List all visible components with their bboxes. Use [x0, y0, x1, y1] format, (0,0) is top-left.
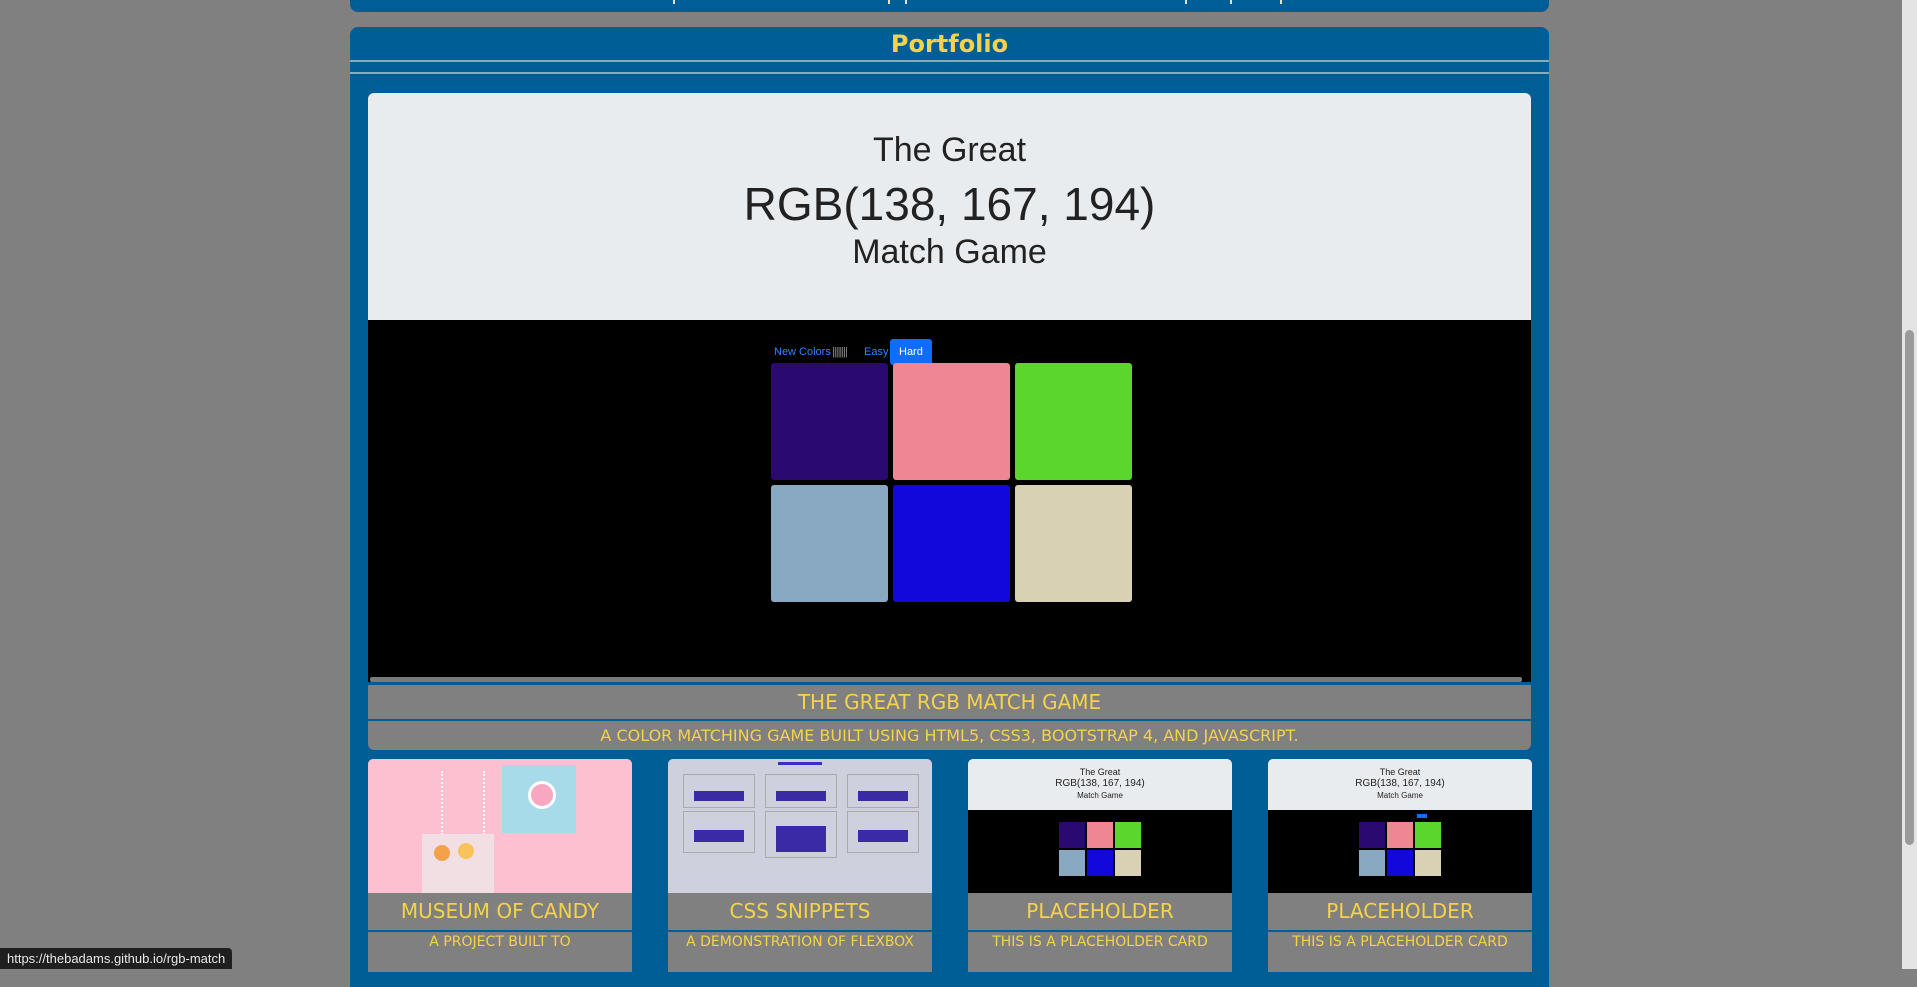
project-description: A COLOR MATCHING GAME BUILT USING HTML5,…: [368, 721, 1531, 750]
candy-image: [458, 843, 474, 859]
mini-title-line1: The Great: [1079, 767, 1121, 777]
project-thumbnail[interactable]: [368, 759, 632, 893]
color-square[interactable]: [1015, 363, 1132, 480]
new-colors-button[interactable]: New Colors: [774, 339, 831, 365]
mini-title-line3: Match Game: [1077, 791, 1123, 800]
game-title-line1: The Great: [872, 131, 1027, 169]
mini-color-square: [1115, 822, 1141, 848]
mini-title-line1: The Great: [1379, 767, 1421, 777]
nav-separator: [1185, 0, 1187, 4]
mini-color-square: [1415, 850, 1441, 876]
project-thumbnail[interactable]: The Great RGB(138, 167, 194) Match Game: [1268, 759, 1532, 893]
mini-color-square: [1359, 822, 1385, 848]
mini-title-line2: RGB(138, 167, 194): [1355, 778, 1445, 789]
easy-mode-button[interactable]: Easy: [864, 339, 888, 365]
mini-game-board: [1268, 810, 1532, 893]
game-message: ||||||||: [832, 346, 848, 358]
mini-game-header: The Great RGB(138, 167, 194) Match Game: [968, 759, 1232, 810]
snippet-box: [683, 774, 755, 808]
mini-color-square: [1387, 850, 1413, 876]
project-thumbnail[interactable]: [668, 759, 932, 893]
mini-color-square: [1415, 822, 1441, 848]
section-title: Portfolio: [890, 30, 1009, 58]
link-status-url: https://thebadams.github.io/rgb-match: [0, 948, 233, 969]
donut-image: [528, 781, 556, 809]
hard-mode-button[interactable]: Hard: [890, 339, 932, 365]
color-square[interactable]: [1015, 485, 1132, 602]
project-title[interactable]: THE GREAT RGB MATCH GAME: [368, 685, 1531, 719]
divider: [350, 72, 1549, 74]
mini-title-line2: RGB(138, 167, 194): [1055, 778, 1145, 789]
game-title-line3: Match Game: [852, 233, 1047, 271]
divider: [350, 60, 1549, 62]
target-rgb-display: RGB(138, 167, 194): [743, 178, 1156, 230]
project-card[interactable]: The Great RGB(138, 167, 194) Match Game …: [968, 759, 1232, 979]
snippet-box: [683, 811, 755, 853]
nav-separator: [1280, 0, 1282, 4]
game-controls: New Colors |||||||| Easy Hard: [368, 339, 1531, 365]
color-square[interactable]: [893, 485, 1010, 602]
mini-color-square: [1087, 822, 1113, 848]
page-scrollbar[interactable]: [1902, 0, 1917, 969]
mini-color-square: [1087, 850, 1113, 876]
card-title[interactable]: PLACEHOLDER: [968, 893, 1232, 930]
mini-color-square: [1387, 822, 1413, 848]
card-title[interactable]: PLACEHOLDER: [1268, 893, 1532, 930]
card-description: A DEMONSTRATION OF FLEXBOX: [668, 932, 932, 972]
mini-color-square: [1359, 850, 1385, 876]
nav-separator: [673, 0, 675, 4]
card-title[interactable]: MUSEUM OF CANDY: [368, 893, 632, 930]
iframe-scrollbar[interactable]: [370, 677, 1522, 682]
nav-separator: [1230, 0, 1232, 4]
nav-separator: [905, 0, 907, 4]
mini-title-line3: Match Game: [1377, 791, 1423, 800]
snippet-box: [847, 811, 919, 853]
project-card[interactable]: CSS SNIPPETS A DEMONSTRATION OF FLEXBOX: [668, 759, 932, 979]
thumbnail-nav-decoration: [441, 771, 485, 835]
game-board: New Colors |||||||| Easy Hard: [368, 320, 1531, 682]
color-square[interactable]: [771, 485, 888, 602]
candy-image: [434, 845, 450, 861]
nav-separator: [888, 0, 890, 4]
card-description: THIS IS A PLACEHOLDER CARD: [968, 932, 1232, 972]
mini-color-square: [1059, 850, 1085, 876]
scrollbar-thumb[interactable]: [1905, 330, 1914, 845]
mini-game-header: The Great RGB(138, 167, 194) Match Game: [1268, 759, 1532, 810]
snippet-box: [847, 774, 919, 808]
thumbnail-image: [422, 834, 494, 893]
project-card[interactable]: The Great RGB(138, 167, 194) Match Game …: [1268, 759, 1532, 979]
game-header: The Great RGB(138, 167, 194) Match Game: [368, 93, 1531, 320]
color-square[interactable]: [893, 363, 1010, 480]
mini-hard-button: [1417, 814, 1427, 818]
project-thumbnail[interactable]: The Great RGB(138, 167, 194) Match Game: [968, 759, 1232, 893]
card-title[interactable]: CSS SNIPPETS: [668, 893, 932, 930]
snippet-box: [765, 811, 837, 858]
top-nav-bar: [350, 0, 1549, 12]
mini-color-square: [1059, 822, 1085, 848]
featured-project[interactable]: The Great RGB(138, 167, 194) Match Game …: [368, 93, 1531, 750]
color-square[interactable]: [771, 363, 888, 480]
thumbnail-heading: [778, 762, 822, 765]
card-description: A PROJECT BUILT TO: [368, 932, 632, 972]
mini-color-square: [1115, 850, 1141, 876]
card-description: THIS IS A PLACEHOLDER CARD: [1268, 932, 1532, 972]
snippet-box: [765, 774, 837, 808]
project-card[interactable]: MUSEUM OF CANDY A PROJECT BUILT TO: [368, 759, 632, 979]
mini-game-board: [968, 810, 1232, 893]
